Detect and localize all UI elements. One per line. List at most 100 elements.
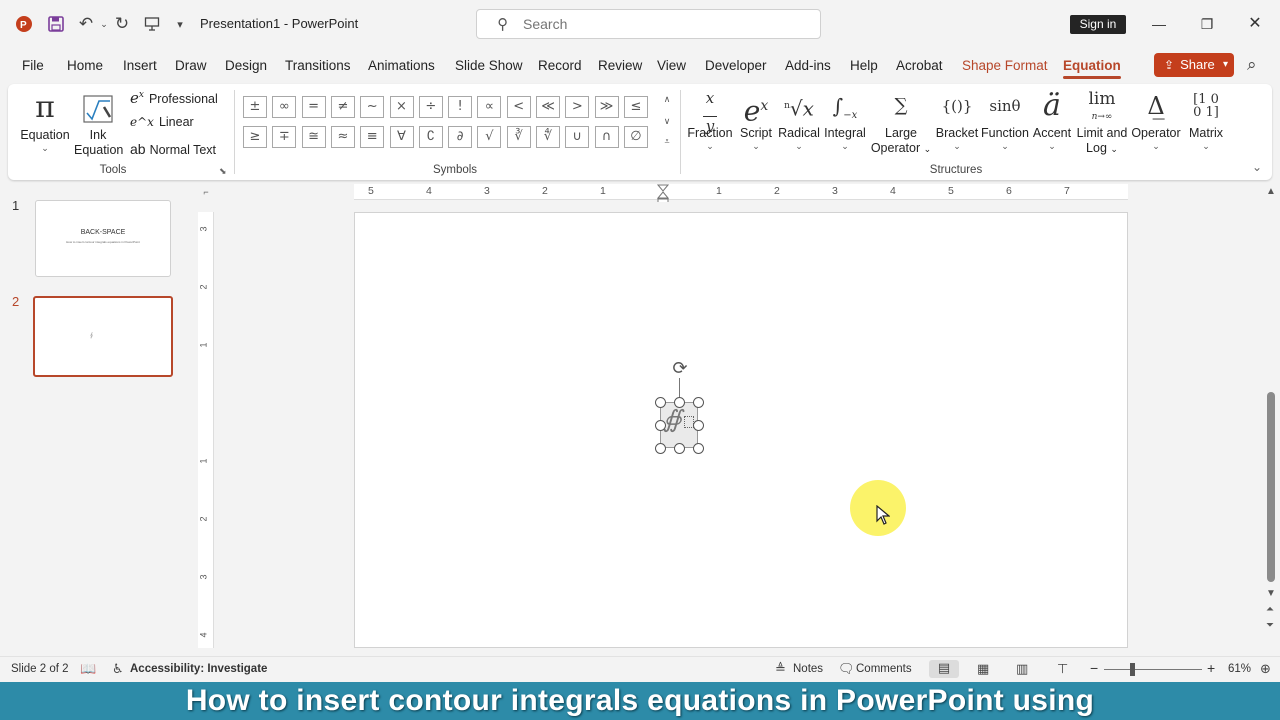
integral-button[interactable]: ∫−x Integral ⌄ <box>822 86 868 151</box>
accessibility-icon[interactable]: ♿ <box>112 661 124 677</box>
fraction-button[interactable]: xy Fraction ⌄ <box>686 86 734 152</box>
zoom-out-icon[interactable]: − <box>1090 660 1098 676</box>
normal-text-button[interactable]: ab Normal Text <box>130 141 216 157</box>
resize-handle[interactable] <box>693 443 704 454</box>
professional-format-button[interactable]: ex Professional <box>130 89 218 107</box>
symbol-button[interactable]: ≫ <box>594 96 619 118</box>
tab-acrobat[interactable]: Acrobat <box>896 58 943 73</box>
tab-file[interactable]: File <box>22 58 44 73</box>
symbol-button[interactable]: ≈ <box>330 126 355 148</box>
linear-format-button[interactable]: e^x Linear <box>130 115 194 129</box>
reading-view-icon[interactable]: ▥ <box>1016 661 1028 677</box>
share-button[interactable]: ⇪ Share ▾ <box>1154 53 1234 77</box>
symbol-button[interactable]: ÷ <box>418 96 443 118</box>
symbol-button[interactable]: ≪ <box>536 96 560 118</box>
scroll-down-icon[interactable]: ▼ <box>1266 588 1276 599</box>
scrollbar-thumb[interactable] <box>1267 392 1275 582</box>
ink-equation-button[interactable]: Ink Equation <box>74 88 123 158</box>
symbol-button[interactable]: ~ <box>360 96 385 118</box>
previous-slide-icon[interactable]: ⏶ <box>1266 604 1274 615</box>
large-operator-button[interactable]: ∑ Large Operator ⌄ <box>868 86 934 157</box>
notes-button[interactable]: Notes <box>793 663 823 675</box>
operator-button[interactable]: Δ̲ Operator ⌄ <box>1130 86 1182 151</box>
minimize-icon[interactable]: — <box>1144 10 1174 38</box>
vertical-scrollbar[interactable]: ▲ ▼ ⏶ ⏷ <box>1264 184 1280 654</box>
symbol-button[interactable]: > <box>565 96 590 118</box>
tab-transitions[interactable]: Transitions <box>285 58 351 73</box>
search-box[interactable]: ⚲ <box>476 9 821 39</box>
close-icon[interactable]: ✕ <box>1240 10 1270 38</box>
tab-draw[interactable]: Draw <box>175 58 207 73</box>
slide-counter[interactable]: Slide 2 of 2 <box>11 663 69 675</box>
tab-insert[interactable]: Insert <box>123 58 157 73</box>
slide-show-icon[interactable]: ⊤ <box>1057 661 1068 677</box>
symbol-button[interactable]: ∅ <box>623 126 648 148</box>
resize-handle[interactable] <box>655 443 666 454</box>
slide-thumbnail-2[interactable]: ∮ <box>33 296 173 377</box>
tab-equation[interactable]: Equation <box>1063 58 1121 79</box>
tab-design[interactable]: Design <box>225 58 267 73</box>
notes-icon[interactable]: ≜ <box>775 661 786 677</box>
scroll-up-icon[interactable]: ▲ <box>1266 186 1276 197</box>
resize-handle[interactable] <box>693 397 704 408</box>
sign-in-button[interactable]: Sign in <box>1070 15 1126 34</box>
function-button[interactable]: sinθ Function ⌄ <box>980 86 1030 151</box>
symbol-button[interactable]: ∜ <box>536 126 560 148</box>
symbol-button[interactable]: ≡ <box>360 126 385 148</box>
script-button[interactable]: ex Script ⌄ <box>736 86 776 151</box>
search-input[interactable] <box>523 15 803 33</box>
symbol-button[interactable]: ∞ <box>272 96 297 118</box>
resize-handle[interactable] <box>655 397 666 408</box>
tab-review[interactable]: Review <box>598 58 642 73</box>
symbol-button[interactable]: √ <box>477 126 502 148</box>
resize-handle[interactable] <box>674 397 685 408</box>
slide-thumbnail-1[interactable]: BACK-SPACE How to insert contour integra… <box>35 200 171 277</box>
symbol-button[interactable]: ∩ <box>594 126 619 148</box>
zoom-slider[interactable] <box>1104 669 1202 670</box>
accessibility-status[interactable]: Accessibility: Investigate <box>130 663 267 675</box>
symbol-button[interactable]: ∪ <box>565 126 590 148</box>
tab-shape-format[interactable]: Shape Format <box>962 58 1048 73</box>
customize-toolbar-icon[interactable]: ▾ <box>168 12 192 36</box>
symbol-button[interactable]: ± <box>243 96 267 118</box>
slide-sorter-icon[interactable]: ▦ <box>977 661 989 677</box>
fit-to-window-icon[interactable]: ⊕ <box>1260 661 1271 677</box>
redo-icon[interactable]: ↻ <box>110 12 134 36</box>
tab-help[interactable]: Help <box>850 58 878 73</box>
scroll-down-icon[interactable]: ∨ <box>660 116 674 127</box>
bracket-button[interactable]: {()} Bracket ⌄ <box>934 86 980 151</box>
symbol-button[interactable]: ≅ <box>301 126 326 148</box>
symbol-button[interactable]: ∓ <box>272 126 297 148</box>
horizontal-ruler[interactable]: 5 4 3 2 1 1 2 3 4 5 6 7 <box>354 184 1128 200</box>
dialog-launcher-icon[interactable]: ⬊ <box>219 166 227 177</box>
tab-developer[interactable]: Developer <box>705 58 767 73</box>
symbol-button[interactable]: ∛ <box>506 126 531 148</box>
tab-view[interactable]: View <box>657 58 686 73</box>
symbol-button[interactable]: ∂ <box>448 126 473 148</box>
zoom-in-icon[interactable]: + <box>1207 660 1215 676</box>
tab-animations[interactable]: Animations <box>368 58 435 73</box>
resize-handle[interactable] <box>674 443 685 454</box>
equation-button[interactable]: π Equation ⌄ <box>18 88 72 153</box>
present-icon[interactable] <box>140 12 164 36</box>
collapse-ribbon-icon[interactable]: ⌄ <box>1252 160 1262 174</box>
tab-selector-icon[interactable]: ⌐ <box>198 184 214 200</box>
vertical-ruler[interactable]: 3 2 1 1 2 3 4 <box>198 212 214 648</box>
matrix-button[interactable]: [1 00 1] Matrix ⌄ <box>1182 86 1230 151</box>
comments-pane-icon[interactable]: ⌕ <box>1247 55 1257 75</box>
save-icon[interactable] <box>44 12 68 36</box>
tab-add-ins[interactable]: Add-ins <box>785 58 831 73</box>
symbol-button[interactable]: ≥ <box>243 126 267 148</box>
next-slide-icon[interactable]: ⏷ <box>1266 620 1274 631</box>
current-slide[interactable] <box>354 212 1128 648</box>
indent-marker-icon[interactable] <box>656 184 670 204</box>
expand-gallery-icon[interactable]: ⩡ <box>660 136 674 147</box>
comments-button[interactable]: Comments <box>856 663 912 675</box>
symbol-button[interactable]: < <box>506 96 531 118</box>
zoom-level[interactable]: 61% <box>1228 663 1251 675</box>
rotate-handle-icon[interactable]: ⟳ <box>668 356 692 380</box>
symbol-button[interactable]: × <box>389 96 414 118</box>
symbol-button[interactable]: ! <box>448 96 473 118</box>
restore-icon[interactable]: ❐ <box>1192 10 1222 38</box>
tab-slide-show[interactable]: Slide Show <box>455 58 523 73</box>
